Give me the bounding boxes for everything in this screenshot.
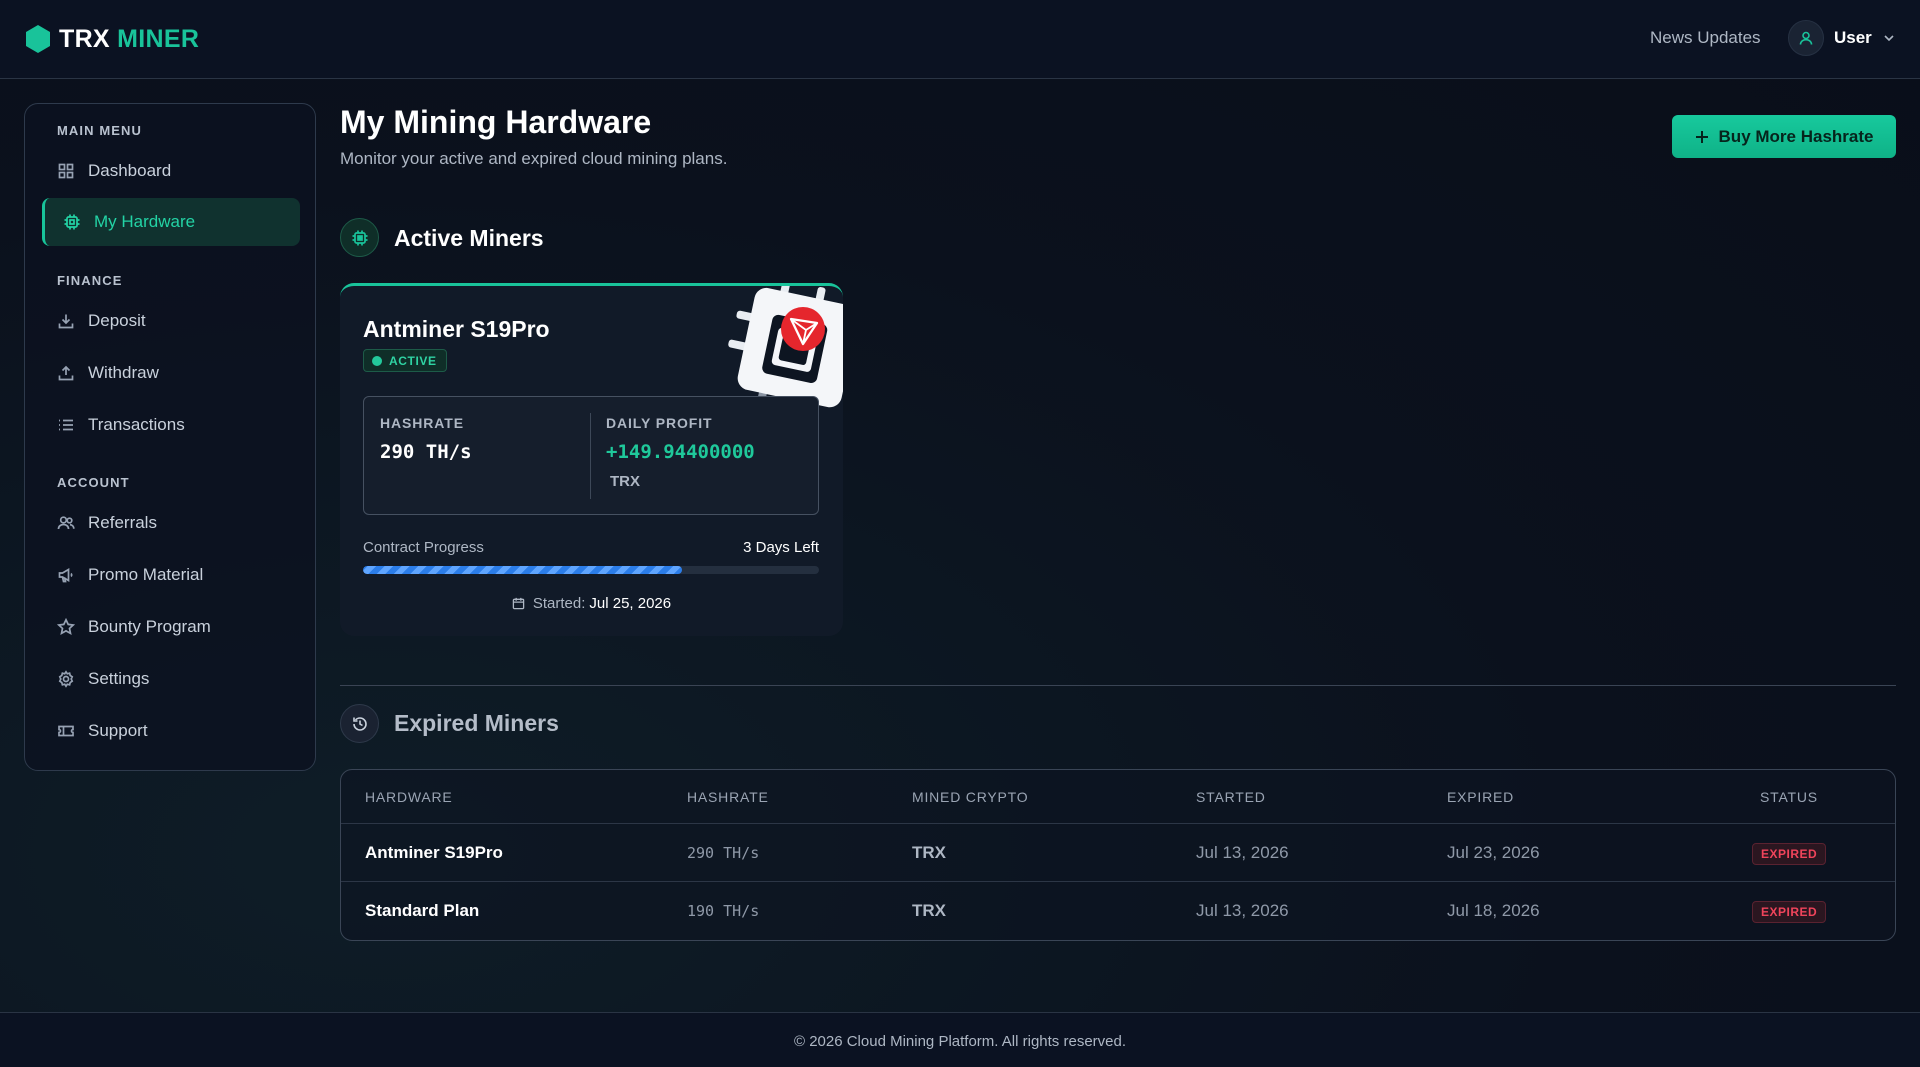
contract-progress-label: Contract Progress bbox=[363, 539, 484, 556]
news-updates-link[interactable]: News Updates bbox=[1650, 28, 1761, 48]
check-circle-icon bbox=[372, 355, 382, 366]
hashrate-label: HASHRATE bbox=[380, 415, 464, 431]
stats-divider bbox=[590, 413, 591, 499]
header-divider bbox=[341, 823, 1895, 824]
expired-miners-icon-wrap bbox=[340, 704, 379, 743]
star-icon bbox=[57, 618, 75, 636]
sidebar-item-label: Referrals bbox=[88, 513, 157, 532]
brand-name: TRX MINER bbox=[59, 24, 200, 53]
sidebar-item-promo-material[interactable]: Promo Material bbox=[42, 551, 300, 599]
column-header-started: STARTED bbox=[1196, 789, 1266, 805]
footer: © 2026 Cloud Mining Platform. All rights… bbox=[0, 1012, 1920, 1067]
cell-crypto: TRX bbox=[912, 843, 946, 862]
users-icon bbox=[57, 516, 75, 530]
sidebar-item-deposit[interactable]: Deposit bbox=[42, 297, 300, 345]
sidebar-item-label: Support bbox=[88, 721, 148, 740]
cell-hashrate: 290 TH/s bbox=[687, 844, 760, 862]
sidebar-item-settings[interactable]: Settings bbox=[42, 655, 300, 703]
column-header-mined-crypto: MINED CRYPTO bbox=[912, 789, 1029, 805]
active-miners-heading: Active Miners bbox=[394, 225, 544, 251]
brand-logo[interactable]: TRX MINER bbox=[25, 24, 199, 54]
section-divider bbox=[340, 685, 1896, 686]
section-title-main-menu: MAIN MENU bbox=[57, 123, 143, 138]
calendar-icon bbox=[512, 597, 525, 610]
sidebar-item-label: Withdraw bbox=[88, 363, 159, 382]
miner-stats-box: HASHRATE 290 TH/s DAILY PROFIT +149.9440… bbox=[363, 396, 819, 515]
contract-progress-bar bbox=[363, 566, 819, 574]
grid-icon bbox=[58, 163, 74, 179]
sidebar-item-label: Settings bbox=[88, 669, 150, 688]
upload-icon bbox=[58, 365, 74, 381]
column-header-status: STATUS bbox=[1760, 789, 1818, 805]
sidebar-item-withdraw[interactable]: Withdraw bbox=[42, 349, 300, 397]
user-icon bbox=[1799, 31, 1813, 45]
active-miners-icon-wrap bbox=[340, 218, 379, 257]
buy-button-label: Buy More Hashrate bbox=[1718, 126, 1874, 146]
status-text: ACTIVE bbox=[389, 353, 437, 368]
footer-copyright: © 2026 Cloud Mining Platform. All rights… bbox=[793, 1033, 1127, 1050]
list-icon bbox=[59, 419, 73, 431]
user-menu[interactable]: User bbox=[1788, 20, 1896, 56]
sidebar-item-label: Dashboard bbox=[88, 161, 172, 180]
daily-profit-label: DAILY PROFIT bbox=[606, 415, 713, 431]
cell-hardware: Antminer S19Pro bbox=[365, 843, 503, 862]
column-header-expired: EXPIRED bbox=[1447, 789, 1515, 805]
status-badge: ACTIVE bbox=[363, 349, 447, 372]
hexagon-logo-icon bbox=[26, 25, 50, 53]
cell-expired: Jul 23, 2026 bbox=[1447, 843, 1540, 862]
column-header-hashrate: HASHRATE bbox=[687, 789, 769, 805]
sidebar-item-dashboard[interactable]: Dashboard bbox=[42, 147, 300, 195]
cell-started: Jul 13, 2026 bbox=[1196, 901, 1289, 920]
gear-icon bbox=[58, 670, 74, 688]
sidebar-item-support[interactable]: Support bbox=[42, 707, 300, 755]
started-date: Jul 25, 2026 bbox=[589, 595, 672, 612]
sidebar-item-bounty-program[interactable]: Bounty Program bbox=[42, 603, 300, 651]
active-miner-card: Antminer S19Pro ACTIVE HASHRATE 290 TH/s… bbox=[340, 283, 843, 636]
sidebar-item-my-hardware[interactable]: My Hardware bbox=[42, 198, 300, 246]
chevron-down-icon bbox=[1884, 35, 1894, 42]
status-badge: EXPIRED bbox=[1752, 901, 1827, 923]
sidebar-item-label: My Hardware bbox=[94, 212, 196, 231]
column-header-hardware: HARDWARE bbox=[365, 789, 453, 805]
user-name: User bbox=[1834, 28, 1872, 47]
expired-miners-heading: Expired Miners bbox=[394, 710, 559, 736]
miner-name: Antminer S19Pro bbox=[363, 316, 550, 342]
cell-hashrate: 190 TH/s bbox=[687, 902, 760, 920]
status-badge: EXPIRED bbox=[1752, 843, 1827, 865]
megaphone-icon bbox=[58, 568, 73, 583]
days-left: 3 Days Left bbox=[743, 539, 819, 556]
plus-icon bbox=[1695, 130, 1708, 143]
buy-more-hashrate-button[interactable]: Buy More Hashrate bbox=[1672, 115, 1896, 158]
section-title-account: ACCOUNT bbox=[57, 475, 130, 490]
row-divider bbox=[341, 881, 1895, 882]
chip-icon bbox=[64, 214, 80, 230]
cell-expired: Jul 18, 2026 bbox=[1447, 901, 1540, 920]
cell-crypto: TRX bbox=[912, 901, 946, 920]
ticket-icon bbox=[58, 725, 74, 737]
sidebar-item-label: Transactions bbox=[88, 415, 185, 434]
cell-started: Jul 13, 2026 bbox=[1196, 843, 1289, 862]
sidebar-item-label: Bounty Program bbox=[88, 617, 211, 636]
sidebar-item-transactions[interactable]: Transactions bbox=[42, 401, 300, 449]
sidebar: MAIN MENU Dashboard My Hardware FINANCE … bbox=[24, 103, 316, 771]
page-subtitle: Monitor your active and expired cloud mi… bbox=[340, 149, 728, 168]
hashrate-value: 290 TH/s bbox=[380, 441, 472, 463]
started-label: Started: bbox=[532, 595, 586, 612]
top-header: TRX MINER News Updates User bbox=[0, 0, 1920, 79]
cell-hardware: Standard Plan bbox=[365, 901, 480, 920]
page-title: My Mining Hardware bbox=[340, 104, 652, 140]
daily-profit-value: +149.94400000 bbox=[606, 441, 755, 463]
download-icon bbox=[58, 314, 74, 329]
sidebar-item-label: Deposit bbox=[88, 311, 146, 330]
user-avatar bbox=[1788, 20, 1824, 56]
chip-icon bbox=[352, 230, 367, 245]
section-title-finance: FINANCE bbox=[57, 273, 123, 288]
history-icon bbox=[352, 716, 367, 731]
expired-miners-table: HARDWARE HASHRATE MINED CRYPTO STARTED E… bbox=[340, 769, 1896, 941]
sidebar-item-referrals[interactable]: Referrals bbox=[42, 499, 300, 547]
sidebar-item-label: Promo Material bbox=[88, 565, 204, 584]
daily-profit-unit: TRX bbox=[610, 473, 640, 490]
contract-progress-fill bbox=[363, 566, 683, 574]
started-info: Started: Jul 25, 2026 bbox=[340, 595, 843, 612]
